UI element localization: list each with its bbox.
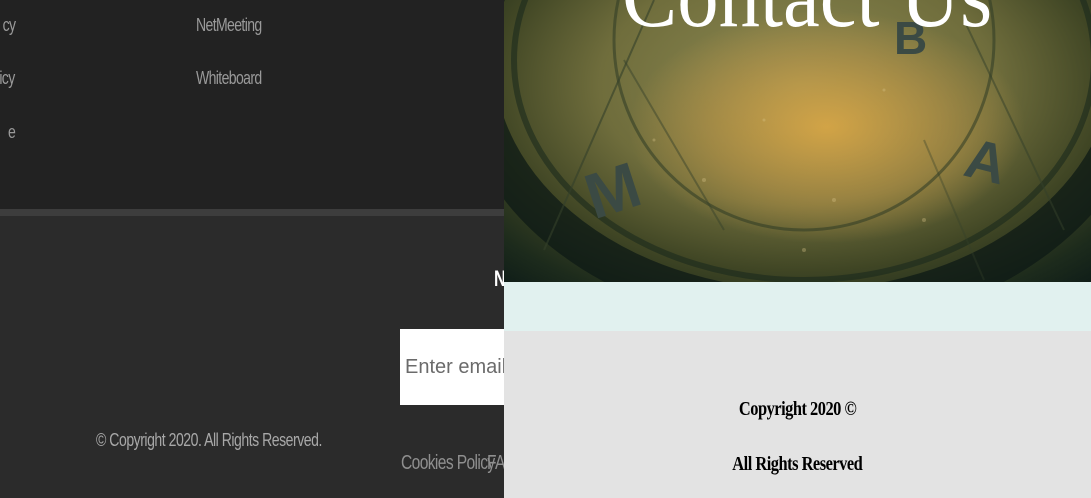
footer-link-item-3[interactable]: e	[8, 122, 16, 143]
footer-copyright: © Copyright 2020. All Rights Reserved.	[96, 430, 322, 450]
contact-hero-banner: M A B Contact Us	[504, 0, 1091, 282]
contact-copyright-text: Copyright 2020 ©	[738, 398, 857, 420]
footer-link-policy-1[interactable]: cy	[2, 15, 15, 36]
contact-rights-text: All Rights Reserved	[732, 453, 863, 475]
footer-links-section: cy icy e NetMeeting Whiteboard	[0, 0, 504, 209]
contact-rights-line: All Rights Reserved	[504, 453, 1091, 476]
footer-link-whiteboard[interactable]: Whiteboard	[196, 68, 262, 89]
faq-link[interactable]: FA	[487, 452, 504, 475]
footer-bottom-links: Cookies Policy FA	[401, 452, 504, 475]
newsletter-heading: N	[494, 266, 504, 292]
contact-copyright-line: Copyright 2020 ©	[504, 398, 1091, 421]
footer-link-policy-2[interactable]: icy	[0, 68, 16, 89]
cookies-policy-link[interactable]: Cookies Policy	[401, 452, 495, 475]
contact-page: M A B Contact Us Copyright 2020 © All Ri…	[504, 0, 1091, 498]
footer-link-netmeeting[interactable]: NetMeeting	[196, 15, 262, 36]
site-footer-dark: cy icy e NetMeeting Whiteboard N © Copyr…	[0, 0, 504, 498]
footer-divider	[0, 209, 504, 216]
contact-spacer-band	[504, 282, 1091, 331]
newsletter-email-input[interactable]	[400, 329, 504, 405]
compass-letter-m: M	[576, 148, 649, 233]
contact-hero-title: Contact Us	[622, 0, 992, 48]
